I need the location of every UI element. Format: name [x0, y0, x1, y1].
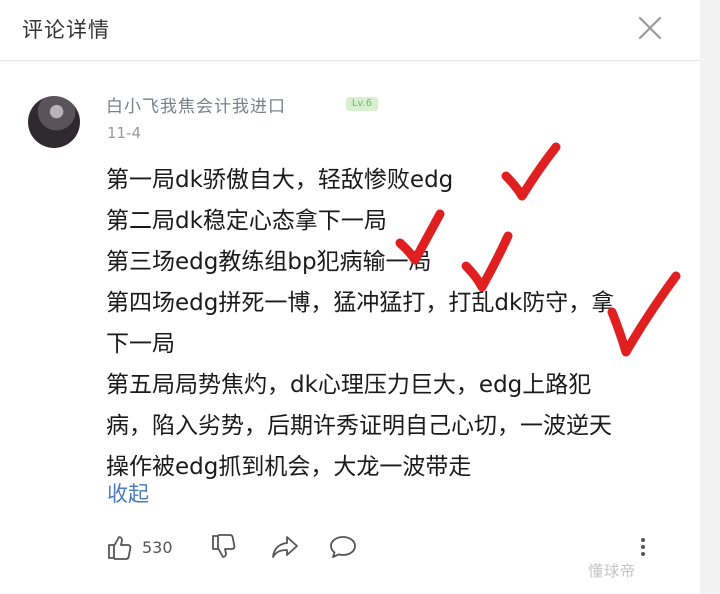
page-title: 评论详情 [22, 18, 110, 42]
comment-icon [330, 536, 356, 558]
thumbs-up-icon [108, 536, 132, 560]
share-icon [272, 536, 298, 558]
avatar[interactable] [28, 96, 80, 148]
dislike-button[interactable] [210, 525, 238, 569]
comment-date: 11-4 [107, 124, 142, 142]
reply-button[interactable] [328, 525, 358, 569]
thumbs-down-icon [212, 534, 236, 558]
more-button[interactable] [636, 525, 650, 569]
comment-line: 第五局局势焦灼，dk心理压力巨大，edg上路犯 [106, 372, 592, 398]
comment-line: 操作被edg抓到机会，大龙一波带走 [106, 454, 472, 480]
close-icon [638, 16, 662, 40]
header: 评论详情 [0, 0, 700, 61]
like-count: 530 [142, 537, 173, 557]
close-button[interactable] [632, 10, 668, 46]
comment-line: 第三场edg教练组bp犯病输一局 [106, 249, 432, 275]
collapse-link[interactable]: 收起 [107, 478, 149, 508]
comment-line: 下一局 [106, 331, 175, 357]
comment-line: 第二局dk稳定心态拿下一局 [106, 208, 387, 234]
watermark: 懂球帝 [588, 562, 637, 580]
share-button[interactable] [270, 525, 300, 569]
like-button[interactable]: 530 [106, 525, 173, 569]
more-vertical-icon [641, 538, 645, 556]
comment-line: 第一局dk骄傲自大，轻敌惨败edg [106, 167, 454, 193]
comment-detail-panel: 评论详情 白小飞我焦会计我进口 Lv.6 11-4 第一局dk骄傲自大，轻敌惨败… [0, 0, 700, 594]
username[interactable]: 白小飞我焦会计我进口 [106, 92, 286, 117]
comment-line: 病，陷入劣势，后期许秀证明自己心切，一波逆天 [106, 413, 612, 439]
comment-text: 第一局dk骄傲自大，轻敌惨败edg 第二局dk稳定心态拿下一局 第三场edg教练… [106, 160, 666, 488]
level-badge: Lv.6 [346, 97, 378, 111]
comment-line: 第四场edg拼死一博，猛冲猛打，打乱dk防守，拿 [106, 290, 615, 316]
